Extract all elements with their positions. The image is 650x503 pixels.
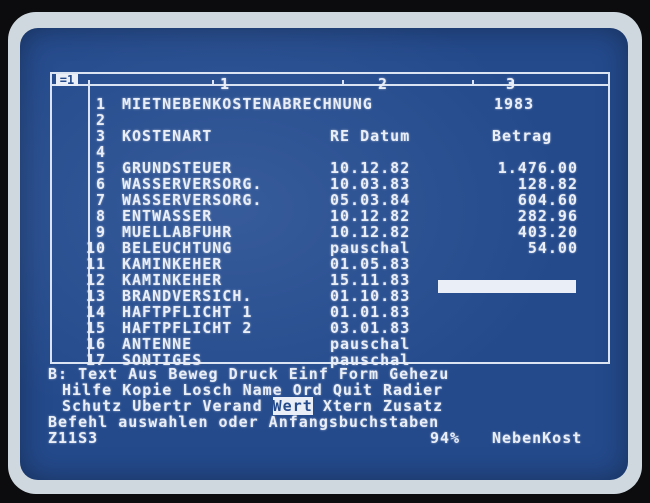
cell-betrag[interactable]: 1.476.00 xyxy=(460,160,578,176)
cell-datum[interactable]: 01.01.83 xyxy=(330,304,410,320)
cell-datum[interactable]: 15.11.83 xyxy=(330,272,410,288)
cell-kostenart[interactable]: KAMINKEHER xyxy=(122,272,222,288)
cell-kostenart[interactable]: HAFTPFLICHT 1 xyxy=(122,304,252,320)
row-number[interactable]: 13 xyxy=(78,288,106,304)
window-marker: =1 xyxy=(56,74,78,86)
column-header-3[interactable]: 3 xyxy=(506,76,516,92)
row-number[interactable]: 5 xyxy=(78,160,106,176)
cell-datum[interactable]: 10.03.83 xyxy=(330,176,410,192)
active-cell-cursor[interactable] xyxy=(438,280,576,293)
header-kostenart[interactable]: KOSTENART xyxy=(122,128,212,144)
row-number[interactable]: 8 xyxy=(78,208,106,224)
column-header-rule xyxy=(52,84,608,86)
cell-kostenart[interactable]: KAMINKEHER xyxy=(122,256,222,272)
cell-datum[interactable]: pauschal xyxy=(330,240,410,256)
column-tick xyxy=(212,80,214,85)
sheet-year[interactable]: 1983 xyxy=(494,96,534,112)
row-number[interactable]: 12 xyxy=(78,272,106,288)
cell-kostenart[interactable]: BRANDVERSICH. xyxy=(122,288,252,304)
row-number[interactable]: 1 xyxy=(78,96,106,112)
row-number[interactable]: 7 xyxy=(78,192,106,208)
sheet-title[interactable]: MIETNEBENKOSTENABRECHNUNG xyxy=(122,96,373,112)
cell-betrag[interactable]: 128.82 xyxy=(460,176,578,192)
crt-screen: =1 1 2 3 1 2 3 4 5 6 7 8 9 10 11 12 13 14 15 16 17 MIETN… xyxy=(20,28,628,480)
cell-kostenart[interactable]: HAFTPFLICHT 2 xyxy=(122,320,252,336)
row-number[interactable]: 10 xyxy=(78,240,106,256)
cell-datum[interactable]: 05.03.84 xyxy=(330,192,410,208)
cell-betrag[interactable]: 282.96 xyxy=(460,208,578,224)
column-header-2[interactable]: 2 xyxy=(378,76,388,92)
row-number[interactable]: 16 xyxy=(78,336,106,352)
cell-kostenart[interactable]: ANTENNE xyxy=(122,336,192,352)
header-datum[interactable]: RE Datum xyxy=(330,128,410,144)
cell-datum[interactable]: 01.10.83 xyxy=(330,288,410,304)
cell-kostenart[interactable]: BELEUCHTUNG xyxy=(122,240,232,256)
row-number[interactable]: 11 xyxy=(78,256,106,272)
column-header-1[interactable]: 1 xyxy=(220,76,230,92)
status-filename: NebenKost xyxy=(492,429,583,447)
status-memory-free: 94% xyxy=(430,429,461,447)
cell-datum[interactable]: 03.01.83 xyxy=(330,320,410,336)
cell-kostenart[interactable]: MUELLABFUHR xyxy=(122,224,232,240)
cell-kostenart[interactable]: WASSERVERSORG. xyxy=(122,192,262,208)
menu-line-3: Schutz Ubertr Verand Wert Xtern Zusatz xyxy=(62,397,443,415)
row-number[interactable]: 14 xyxy=(78,304,106,320)
cell-kostenart[interactable]: ENTWASSER xyxy=(122,208,212,224)
status-cell-reference: Z11S3 xyxy=(48,429,99,447)
row-number[interactable]: 2 xyxy=(78,112,106,128)
cell-datum[interactable]: pauschal xyxy=(330,336,410,352)
column-tick xyxy=(472,80,474,85)
column-tick xyxy=(342,80,344,85)
row-number[interactable]: 4 xyxy=(78,144,106,160)
row-number[interactable]: 3 xyxy=(78,128,106,144)
row-number[interactable]: 9 xyxy=(78,224,106,240)
cell-datum[interactable]: 01.05.83 xyxy=(330,256,410,272)
cell-datum[interactable]: 10.12.82 xyxy=(330,160,410,176)
command-prompt: Befehl auswahlen oder Anfangsbuchstaben xyxy=(48,413,440,431)
cell-datum[interactable]: 10.12.82 xyxy=(330,208,410,224)
menu-line-2: Hilfe Kopie Losch Name Ord Quit Radier xyxy=(62,382,443,398)
row-number[interactable]: 6 xyxy=(78,176,106,192)
menu-line-1: B: Text Aus Beweg Druck Einf Form Gehezu xyxy=(48,366,449,382)
cell-betrag[interactable]: 403.20 xyxy=(460,224,578,240)
cell-betrag[interactable]: 54.00 xyxy=(460,240,578,256)
cell-datum[interactable]: 10.12.82 xyxy=(330,224,410,240)
header-betrag[interactable]: Betrag xyxy=(492,128,552,144)
cell-kostenart[interactable]: WASSERVERSORG. xyxy=(122,176,262,192)
cell-kostenart[interactable]: GRUNDSTEUER xyxy=(122,160,232,176)
cell-betrag[interactable]: 604.60 xyxy=(460,192,578,208)
row-number[interactable]: 15 xyxy=(78,320,106,336)
